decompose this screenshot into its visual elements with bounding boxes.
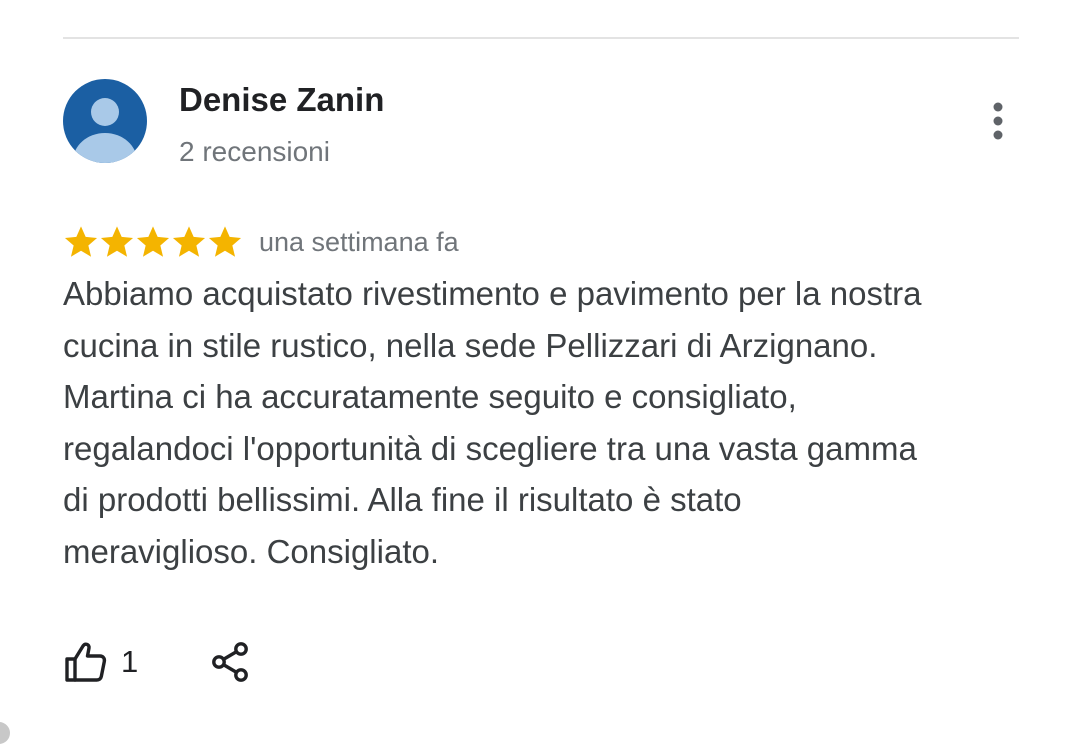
review-text: Abbiamo acquistato rivestimento e pavime… (63, 275, 922, 570)
review-actions: 1 (63, 636, 250, 688)
star-icon (208, 226, 242, 257)
like-count: 1 (121, 644, 139, 679)
more-options-button[interactable] (978, 98, 1018, 144)
star-rating (63, 224, 243, 260)
corner-indicator (0, 722, 10, 744)
more-vertical-icon (993, 102, 1003, 140)
share-button[interactable] (210, 640, 250, 684)
like-button[interactable]: 1 (63, 639, 138, 685)
author-reviews-count: 2 recensioni (179, 136, 330, 167)
star-icon (100, 226, 134, 257)
star-icon (136, 226, 170, 257)
thumbs-up-icon (65, 642, 107, 682)
author-name[interactable]: Denise Zanin (179, 79, 384, 121)
star-icon (172, 226, 206, 257)
rating-row: una settimana fa (63, 220, 459, 264)
review-date: una settimana fa (259, 226, 459, 257)
avatar[interactable] (63, 79, 147, 163)
person-icon (73, 98, 137, 163)
share-icon (212, 642, 249, 682)
star-icon (64, 226, 98, 257)
top-divider (63, 37, 1019, 39)
